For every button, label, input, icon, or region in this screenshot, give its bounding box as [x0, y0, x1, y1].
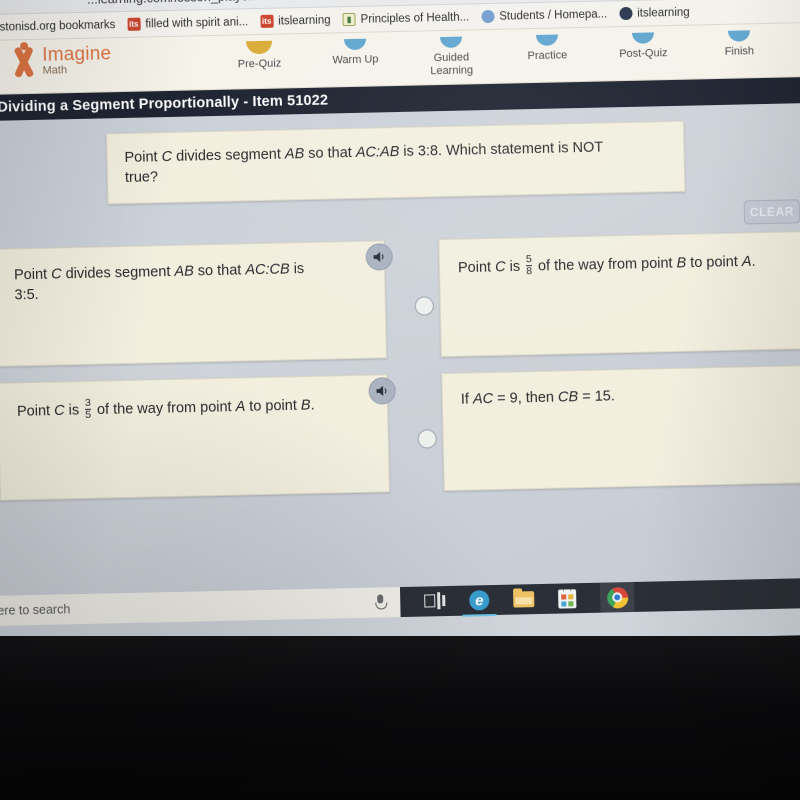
nav-step-label: Finish: [724, 45, 755, 58]
globe-icon: [481, 9, 495, 24]
nav-step-pre-quiz[interactable]: Pre-Quiz: [226, 40, 293, 82]
step-indicator-icon: [535, 34, 559, 46]
nav-step-warm-up[interactable]: Warm Up: [322, 38, 389, 80]
bookmark-label: Principles of Health...: [360, 10, 470, 26]
bookmark-item[interactable]: its itslearning: [260, 13, 331, 28]
speaker-icon-option-c[interactable]: [368, 377, 396, 405]
speaker-icon-option-a[interactable]: [365, 243, 394, 271]
itslearning-icon: its: [127, 17, 141, 31]
nav-step-label: Pre-Quiz: [237, 57, 282, 71]
step-indicator-icon: [631, 32, 655, 44]
bookmark-item[interactable]: Students / Homepa...: [481, 7, 608, 24]
step-indicator-icon: [246, 40, 273, 55]
nav-step-guided-learning[interactable]: Guided Learning: [418, 36, 485, 78]
fraction: 58: [525, 253, 533, 278]
answer-option-c-text: Point C is 35 of the way from point A to…: [16, 396, 315, 422]
answer-option-a[interactable]: Point C divides segment AB so that AC:CB…: [0, 240, 387, 367]
nav-step-label: Practice: [527, 49, 568, 63]
laptop-photo: ...learning.com/lesson_player/#lessons/6…: [0, 0, 800, 800]
file-explorer-icon[interactable]: [512, 588, 534, 610]
logo-secondary-text: Math: [42, 63, 68, 77]
microsoft-store-icon[interactable]: [556, 587, 578, 609]
logo-primary-text: Imagine: [42, 42, 112, 66]
laptop-bezel: hp: [0, 636, 800, 800]
step-indicator-icon: [439, 36, 463, 49]
bookmark-label: itslearning: [637, 6, 690, 20]
answer-option-d-text: If AC = 9, then CB = 15.: [460, 388, 616, 408]
taskbar-icons: e: [424, 587, 578, 612]
imagine-math-logo[interactable]: Imagine Math: [8, 42, 112, 78]
bookmark-label: Students / Homepa...: [499, 7, 608, 23]
clear-button[interactable]: CLEAR: [743, 199, 800, 225]
lesson-progress-nav: Pre-Quiz Warm Up Guided Learning Practic…: [226, 30, 773, 82]
step-indicator-icon: [727, 30, 751, 42]
fraction: 35: [84, 396, 92, 422]
question-prompt-text: Point C divides segment AB so that AC:AB…: [124, 139, 604, 186]
nav-step-label: Guided Learning: [430, 51, 474, 77]
bookmark-item[interactable]: itslearning: [619, 6, 690, 21]
bookmark-item[interactable]: stonisd.org bookmarks: [0, 18, 115, 34]
bookmark-label: filled with spirit ani...: [145, 15, 249, 30]
search-placeholder: here to search: [0, 602, 71, 619]
bookmark-item[interactable]: ▮ Principles of Health...: [342, 10, 470, 27]
bookmark-label: stonisd.org bookmarks: [0, 18, 116, 34]
question-prompt-card: Point C divides segment AB so that AC:AB…: [105, 120, 686, 205]
nav-step-post-quiz[interactable]: Post-Quiz: [610, 32, 677, 74]
document-icon: ▮: [342, 12, 356, 27]
page-title: Dividing a Segment Proportionally - Item…: [0, 92, 329, 116]
answer-option-c[interactable]: Point C is 35 of the way from point A to…: [0, 374, 390, 501]
nav-step-label: Post-Quiz: [619, 47, 668, 61]
mic-icon[interactable]: [374, 594, 386, 610]
step-indicator-icon: [343, 38, 367, 51]
answer-option-b-text: Point C is 58 of the way from point B to…: [457, 253, 756, 278]
laptop-screen: ...learning.com/lesson_player/#lessons/6…: [0, 0, 800, 654]
answer-option-a-text: Point C divides segment AB so that AC:CB…: [13, 261, 305, 303]
chrome-icon[interactable]: [599, 581, 635, 613]
imagine-math-mark-icon: [8, 42, 39, 79]
activity-area: Point C divides segment AB so that AC:AB…: [0, 102, 800, 597]
edge-icon[interactable]: e: [468, 589, 490, 611]
edge-glyph: e: [469, 590, 490, 611]
bookmark-label: itslearning: [278, 13, 331, 28]
radio-option-d[interactable]: [417, 429, 437, 449]
itslearning-icon: its: [260, 14, 274, 28]
answer-option-b[interactable]: Point C is 58 of the way from point B to…: [438, 230, 800, 358]
nav-step-practice[interactable]: Practice: [514, 34, 581, 76]
bookmark-item[interactable]: its filled with spirit ani...: [127, 15, 248, 31]
globe-dark-icon: [619, 6, 633, 21]
nav-step-label: Warm Up: [332, 53, 379, 67]
answer-option-d[interactable]: If AC = 9, then CB = 15.: [441, 364, 800, 492]
radio-option-b[interactable]: [414, 296, 435, 316]
nav-step-finish[interactable]: Finish: [706, 30, 773, 72]
task-view-icon[interactable]: [424, 590, 446, 612]
